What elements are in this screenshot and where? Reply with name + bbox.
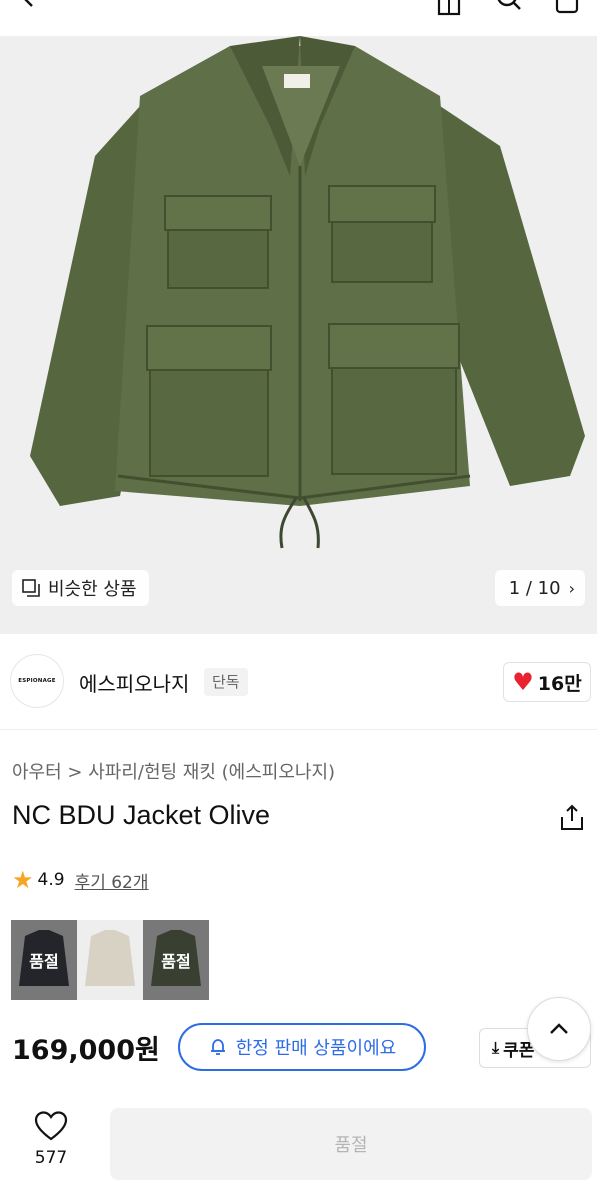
search-icon[interactable]: [494, 0, 524, 16]
top-bar: [0, 0, 597, 36]
chevron-up-icon: [550, 1023, 568, 1034]
brand-logo[interactable]: ESPIONAGE: [10, 654, 64, 708]
color-option-olive[interactable]: 품절: [143, 920, 209, 1000]
back-icon[interactable]: [14, 0, 44, 16]
cart-icon[interactable]: [552, 0, 582, 16]
heart-outline-icon: [34, 1111, 68, 1141]
scroll-to-top-button[interactable]: [527, 997, 591, 1061]
review-count-link[interactable]: 후기 62개: [75, 868, 149, 893]
image-counter-label: 1 / 10: [508, 577, 561, 599]
brand-name[interactable]: 에스피오나지: [79, 668, 189, 697]
heart-filled-icon: ♥: [512, 668, 534, 696]
sold-out-buy-button[interactable]: 품절: [110, 1108, 592, 1180]
chevron-right-icon: ›: [568, 578, 575, 598]
similar-products-button[interactable]: 비슷한 상품: [12, 570, 149, 606]
product-image-area[interactable]: 비슷한 상품 1 / 10 ›: [0, 36, 597, 634]
bell-icon: [210, 1039, 225, 1055]
wishlist-button[interactable]: 577: [20, 1110, 82, 1174]
brand-like-count: 16만: [537, 672, 582, 695]
exclusive-badge: 단독: [204, 668, 248, 696]
breadcrumb[interactable]: 아우터 > 사파리/헌팅 재킷 (에스피오나지): [12, 758, 335, 784]
product-price: 169,000원: [12, 1035, 160, 1066]
rating-score: 4.9: [37, 870, 65, 890]
brand-logo-text: ESPIONAGE: [18, 677, 56, 684]
color-option-beige[interactable]: [77, 920, 143, 1000]
product-image: [0, 36, 597, 634]
home-icon[interactable]: [434, 0, 464, 16]
rating-row: ★ 4.9 후기 62개: [12, 866, 149, 894]
product-page: 비슷한 상품 1 / 10 › ESPIONAGE 에스피오나지 단독 ♥ 16…: [0, 0, 597, 1200]
sold-out-overlay: 품절: [11, 920, 77, 1000]
brand-row: ESPIONAGE 에스피오나지 단독 ♥ 16만: [0, 634, 597, 730]
wishlist-count: 577: [34, 1148, 68, 1168]
sold-out-overlay: 품절: [143, 920, 209, 1000]
share-icon[interactable]: [559, 804, 585, 832]
color-option-navy[interactable]: 품절: [11, 920, 77, 1000]
buy-button-label: 품절: [334, 1135, 368, 1156]
beige-jacket-thumbnail: [77, 920, 143, 1000]
similar-icon: [22, 579, 40, 597]
image-counter[interactable]: 1 / 10 ›: [494, 570, 585, 606]
brand-like-button[interactable]: ♥ 16만: [503, 662, 591, 702]
limited-sale-button[interactable]: 한정 판매 상품이에요: [178, 1023, 426, 1071]
color-options: 품절 품절: [11, 920, 209, 1000]
star-icon: ★: [12, 866, 34, 894]
limited-sale-label: 한정 판매 상품이에요: [235, 1038, 397, 1059]
similar-products-label: 비슷한 상품: [48, 579, 137, 600]
product-title: NC BDU Jacket Olive: [12, 800, 271, 830]
download-icon: ⤓: [492, 1038, 500, 1057]
